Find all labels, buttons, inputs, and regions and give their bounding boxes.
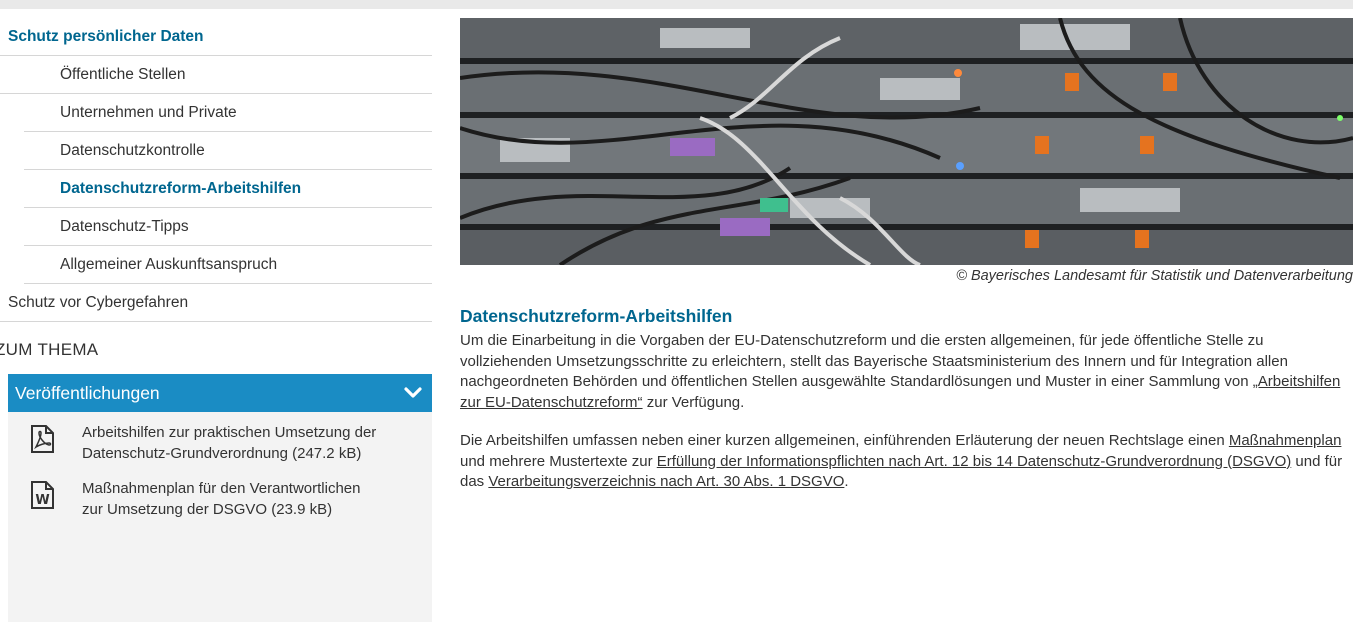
page-title: Datenschutzreform-Arbeitshilfen <box>460 306 733 326</box>
accordion-title: Veröffentlichungen <box>15 382 160 403</box>
nav-schutz-persoenlicher-daten[interactable]: Schutz persönlicher Daten <box>0 18 432 56</box>
link-informationspflichten[interactable]: Erfüllung der Informationspflichten nach… <box>657 453 1292 470</box>
main-content: © Bayerisches Landesamt für Statistik un… <box>460 18 1353 511</box>
nav-schutz-vor-cybergefahren[interactable]: Schutz vor Cybergefahren <box>0 284 432 322</box>
publication-item[interactable]: W Maßnahmenplan für den Verantwortlichen… <box>8 478 432 520</box>
nav-oeffentliche-stellen[interactable]: Öffentliche Stellen <box>0 56 432 94</box>
paragraph-text: und mehrere Mustertexte zur <box>460 452 657 470</box>
nav-datenschutzreform-arbeitshilfen[interactable]: Datenschutzreform-Arbeitshilfen <box>24 170 432 208</box>
publication-list: Arbeitshilfen zur praktischen Umsetzung … <box>8 412 432 622</box>
intro-paragraph: Um die Einarbeitung in die Vorgaben der … <box>460 331 1353 413</box>
nav-datenschutz-tipps[interactable]: Datenschutz-Tipps <box>24 208 432 246</box>
paragraph-text: Die Arbeitshilfen umfassen neben einer k… <box>460 432 1229 449</box>
section-heading-zum-thema: ZUM THEMA <box>0 340 99 359</box>
server-rack-photo <box>460 18 1353 265</box>
publication-link[interactable]: Maßnahmenplan für den Verantwortlichen z… <box>70 478 382 520</box>
svg-text:W: W <box>35 493 49 508</box>
word-icon: W <box>8 478 70 520</box>
nav-unternehmen-und-private[interactable]: Unternehmen und Private <box>24 94 432 132</box>
nav-allgemeiner-auskunftsanspruch[interactable]: Allgemeiner Auskunftsanspruch <box>24 246 432 284</box>
sidebar: Schutz persönlicher Daten Öffentliche St… <box>0 18 432 622</box>
link-verarbeitungsverzeichnis[interactable]: Verarbeitungsverzeichnis nach Art. 30 Ab… <box>488 473 844 490</box>
nav-datenschutzkontrolle[interactable]: Datenschutzkontrolle <box>24 132 432 170</box>
details-paragraph: Die Arbeitshilfen umfassen neben einer k… <box>460 431 1353 493</box>
paragraph-text: . <box>844 473 849 490</box>
publication-item[interactable]: Arbeitshilfen zur praktischen Umsetzung … <box>8 422 432 464</box>
link-massnahmenplan[interactable]: Maßnahmenplan <box>1229 432 1342 449</box>
paragraph-text: zur Verfügung. <box>642 393 745 411</box>
top-strip <box>0 0 1353 9</box>
chevron-down-icon[interactable] <box>394 374 432 412</box>
accordion-veroeffentlichungen[interactable]: Veröffentlichungen <box>8 374 432 412</box>
publication-link[interactable]: Arbeitshilfen zur praktischen Umsetzung … <box>70 422 382 464</box>
paragraph-text: Um die Einarbeitung in die Vorgaben der … <box>460 332 1288 390</box>
pdf-icon <box>8 422 70 464</box>
image-caption: © Bayerisches Landesamt für Statistik un… <box>956 268 1353 284</box>
